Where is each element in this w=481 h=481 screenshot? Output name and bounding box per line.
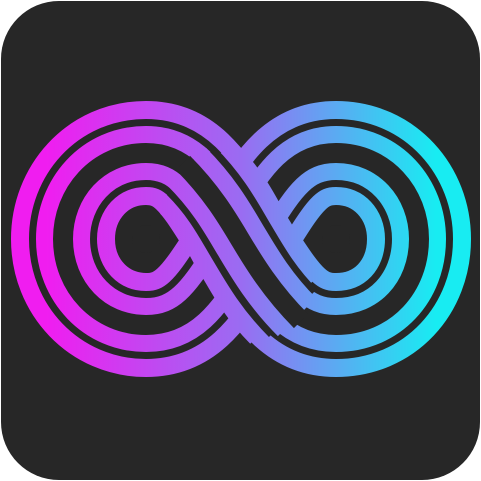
right-loop-center [322, 225, 350, 253]
left-loop-center [132, 225, 160, 253]
app-icon-tile[interactable] [1, 1, 480, 480]
infinity-icon [11, 101, 471, 377]
